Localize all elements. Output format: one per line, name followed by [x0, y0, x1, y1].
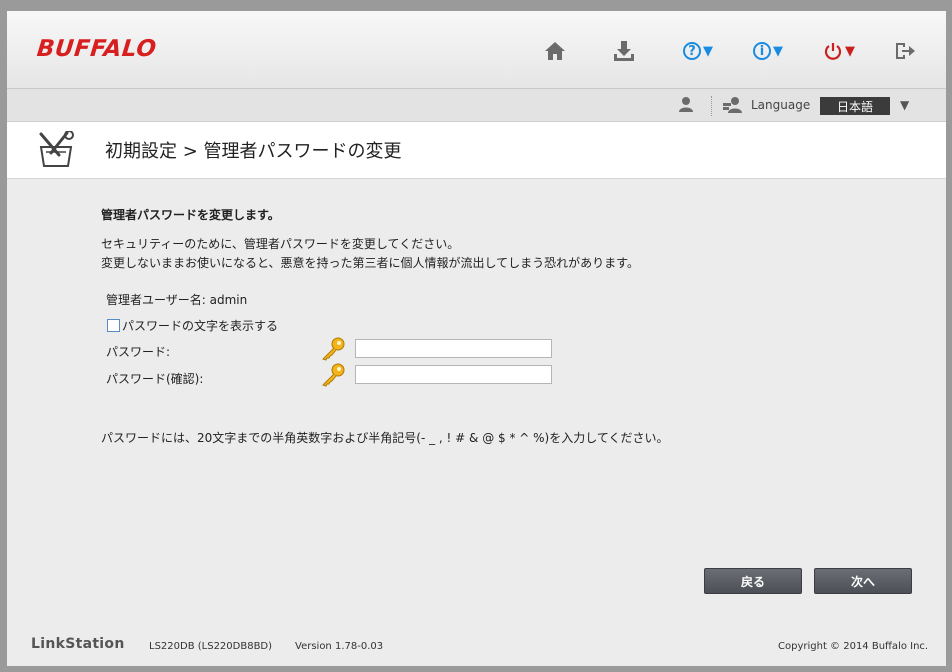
show-password-label[interactable]: パスワードの文字を表示する: [122, 317, 278, 334]
divider: [711, 96, 712, 116]
password-label: パスワード:: [106, 345, 171, 359]
next-button[interactable]: 次へ: [814, 568, 912, 594]
app-window: BUFFALO ? ▼ i ▼ ▼ Language 日本語 ▼ 初期設定 > …: [7, 11, 946, 666]
password-confirm-field[interactable]: [355, 365, 552, 384]
top-header: BUFFALO ? ▼ i ▼ ▼: [7, 11, 946, 89]
page-title: 初期設定 > 管理者パスワードの変更: [105, 141, 402, 162]
home-button[interactable]: [544, 39, 566, 63]
linkstation-logo: LinkStation: [31, 636, 125, 652]
user-language-bar: Language 日本語 ▼: [7, 89, 946, 122]
info-menu-button[interactable]: i ▼: [753, 39, 783, 63]
users-button[interactable]: [722, 96, 742, 117]
logout-icon: [896, 43, 915, 59]
back-button[interactable]: 戻る: [704, 568, 802, 594]
copyright: Copyright © 2014 Buffalo Inc.: [778, 641, 929, 652]
main-content: 管理者パスワードを変更します。 セキュリティーのために、管理者パスワードを変更し…: [7, 179, 946, 666]
description-line-2: 変更しないままお使いになると、悪意を持った第三者に個人情報が流出してしまう恐れが…: [101, 256, 639, 270]
section-heading: 管理者パスワードを変更します。: [101, 208, 280, 222]
chevron-down-icon: ▼: [773, 43, 783, 59]
home-icon: [545, 42, 565, 60]
page-title-bar: 初期設定 > 管理者パスワードの変更: [7, 122, 946, 179]
download-button[interactable]: [613, 39, 635, 63]
language-label: Language: [751, 98, 811, 112]
password-confirm-label: パスワード(確認):: [106, 372, 204, 386]
buffalo-logo: BUFFALO: [35, 36, 158, 62]
info-icon: i: [753, 42, 771, 60]
power-icon: [824, 43, 842, 60]
help-menu-button[interactable]: ? ▼: [683, 39, 713, 63]
users-icon: [723, 97, 742, 113]
user-icon: [679, 97, 693, 112]
tools-icon: [37, 130, 77, 173]
model-name: LS220DB (LS220DB8BD): [149, 641, 273, 652]
description-line-1: セキュリティーのために、管理者パスワードを変更してください。: [101, 237, 460, 251]
key-icon: [320, 337, 346, 365]
password-rules-note: パスワードには、20文字までの半角英数字および半角記号(- _ , ! # & …: [101, 431, 669, 445]
user-button[interactable]: [678, 96, 694, 116]
logout-button[interactable]: [894, 39, 916, 63]
chevron-down-icon: ▼: [845, 43, 855, 59]
admin-username: 管理者ユーザー名: admin: [106, 293, 248, 307]
chevron-down-icon[interactable]: ▼: [900, 98, 909, 112]
firmware-version: Version 1.78-0.03: [295, 641, 384, 652]
power-menu-button[interactable]: ▼: [823, 39, 855, 63]
download-icon: [614, 41, 634, 61]
language-select[interactable]: 日本語: [820, 97, 890, 115]
help-icon: ?: [683, 42, 701, 60]
key-icon: [320, 363, 346, 391]
chevron-down-icon: ▼: [703, 43, 713, 59]
show-password-checkbox[interactable]: [107, 319, 120, 332]
password-field[interactable]: [355, 339, 552, 358]
